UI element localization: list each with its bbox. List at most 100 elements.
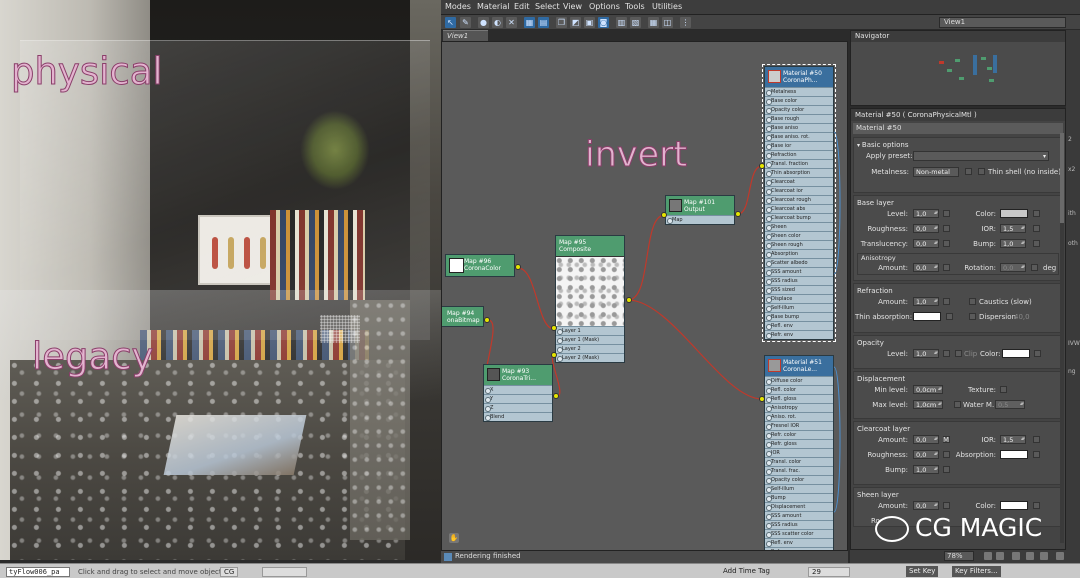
cc-bump-map-checkbox[interactable] [943,466,950,473]
node-map94[interactable]: Map #94 onaBitmap [442,306,484,327]
cg-taskbar-item[interactable]: CG [220,567,239,577]
pick-icon[interactable]: ⋮ [680,17,691,28]
key-filters-button[interactable]: Key Filters... [952,566,1001,577]
base-color-map-checkbox[interactable] [1033,210,1040,217]
max-level-spinner[interactable]: 1,0cm [913,400,943,409]
map95-slot-layer2-mask[interactable]: Layer 2 (Mask) [556,353,624,362]
caustics-checkbox[interactable] [969,298,976,305]
mat51-slot[interactable]: Refl. gloss [765,394,833,403]
map95-slot-layer1[interactable]: Layer 1 [556,326,624,335]
zoom-extents-icon[interactable] [1012,552,1020,560]
mat51-slot[interactable]: IOR [765,448,833,457]
mat50-slot[interactable]: Sheen [765,222,833,231]
maximize-icon[interactable] [1056,552,1064,560]
mat51-slot[interactable]: Transl. frac. [765,466,833,475]
render-map-icon[interactable]: ◙ [598,17,609,28]
sphere-icon[interactable]: ● [478,17,489,28]
mat50-slot[interactable]: Transl. fraction [765,159,833,168]
sheen-amount-spinner[interactable]: 0,0 [913,501,939,510]
water-level-checkbox[interactable] [954,401,961,408]
mat50-slot[interactable]: Base color [765,96,833,105]
mat51-slot[interactable]: Transl. color [765,457,833,466]
base-ior-map-checkbox[interactable] [1033,225,1040,232]
navigator-minimap[interactable] [929,47,1009,97]
zoom-icon[interactable] [984,552,992,560]
aniso-amount-map-checkbox[interactable] [943,264,950,271]
navigator-panel[interactable]: Navigator [850,30,1066,106]
thin-absorption-map-checkbox[interactable] [946,313,953,320]
mat50-slot[interactable]: Scatter albedo [765,258,833,267]
node-editor-view[interactable]: invert Map #96 CoronaColor Map #94 onaBitm… [441,41,848,551]
slate-layout-icon[interactable]: ▧ [630,17,641,28]
mat50-slot[interactable]: Clearcoat abs [765,204,833,213]
mat50-slot[interactable]: Refraction [765,150,833,159]
mat51-slot[interactable]: Anisotropy [765,403,833,412]
menu-options[interactable]: Options [589,2,620,11]
mat51-slot[interactable]: SSS amount [765,511,833,520]
mat51-slot[interactable]: Refr. gloss [765,439,833,448]
node-material51[interactable]: Material #51 CoronaLe... Diffuse color Ref… [764,355,834,550]
material-name-field[interactable]: Material #50 [853,123,1063,134]
show-map-icon[interactable]: ◩ [570,17,581,28]
map93-slot-x[interactable]: X [484,385,552,394]
assign-material-icon[interactable]: ◐ [492,17,503,28]
translucency-map-checkbox[interactable] [943,240,950,247]
base-ior-spinner[interactable]: 1,5 [1000,224,1026,233]
thin-absorption-swatch[interactable] [913,312,941,321]
pan-hand-icon[interactable]: ✋ [449,533,459,543]
background-icon[interactable]: ▣ [584,17,595,28]
cc-ior-map-checkbox[interactable] [1033,436,1040,443]
map95-slot-layer1-mask[interactable]: Layer 1 (Mask) [556,335,624,344]
frame-field[interactable]: 29 [808,567,850,577]
eyedropper-icon[interactable]: ✎ [460,17,471,28]
mat50-in-port-clearcoat[interactable] [759,163,765,169]
menu-utilities[interactable]: Utilities [652,2,682,11]
opacity-color-map-checkbox[interactable] [1034,350,1041,357]
node-material50[interactable]: Material #50 CoronaPh... Metalness Base co… [762,64,836,342]
water-level-spinner[interactable]: 0,5 [995,400,1025,409]
mat51-slot[interactable]: Diffuse color [765,376,833,385]
mat51-slot[interactable]: SSS radius [765,520,833,529]
mat51-slot[interactable]: Self-illum [765,484,833,493]
map95-in-port-1[interactable] [551,325,557,331]
fit-icon[interactable] [1040,552,1048,560]
base-color-swatch[interactable] [1000,209,1028,218]
map93-out-port[interactable] [553,393,559,399]
mat50-slot[interactable]: Opacity color [765,105,833,114]
mat50-slot[interactable]: Refl. env [765,321,833,330]
zoom-dropdown[interactable]: 78% [944,551,974,561]
base-bump-spinner[interactable]: 1,0 [1000,239,1026,248]
thin-shell-checkbox[interactable] [978,168,985,175]
show-end-result-icon[interactable]: ▦ [648,17,659,28]
mat50-slot[interactable]: Thin absorption [765,168,833,177]
mat50-slot[interactable]: Self-illum [765,303,833,312]
mat50-slot[interactable]: Displace [765,294,833,303]
map94-out-port[interactable] [484,317,490,323]
tab-view1[interactable]: View1 [443,30,488,41]
sheen-amount-map-checkbox[interactable] [943,502,950,509]
mat51-slot[interactable]: Refl. color [765,385,833,394]
menu-select[interactable]: Select [535,2,560,11]
rotation-map-checkbox[interactable] [1031,264,1038,271]
base-roughness-spinner[interactable]: 0,0 [913,224,939,233]
mat50-slot[interactable]: SSS sized [765,285,833,294]
translucency-spinner[interactable]: 0,0 [913,239,939,248]
mat50-slot[interactable]: Refr. env [765,330,833,339]
menu-view[interactable]: View [563,2,582,11]
mat51-slot[interactable]: Aniso. rot. [765,412,833,421]
absorption-map-checkbox[interactable] [1033,451,1040,458]
metalness-dropdown[interactable]: Non-metal [913,167,959,177]
menu-modes[interactable]: Modes [445,2,471,11]
base-level-map-checkbox[interactable] [943,210,950,217]
map95-slot-layer2[interactable]: Layer 2 [556,344,624,353]
node-map95[interactable]: Map #95 Composite Layer 1 Layer 1 (Mask) … [555,235,625,363]
rotation-spinner[interactable]: 0,0 [1000,263,1026,272]
mat50-slot[interactable]: SSS amount [765,267,833,276]
layout-icon[interactable]: ▦ [524,17,535,28]
taskbar-empty-item[interactable] [262,567,307,577]
mat51-slot[interactable]: SSS scatter color [765,529,833,538]
map96-out-port[interactable] [515,264,521,270]
mat50-slot[interactable]: Base aniso [765,123,833,132]
map95-in-port-3[interactable] [551,352,557,358]
mat50-slot[interactable]: Sheen rough [765,240,833,249]
